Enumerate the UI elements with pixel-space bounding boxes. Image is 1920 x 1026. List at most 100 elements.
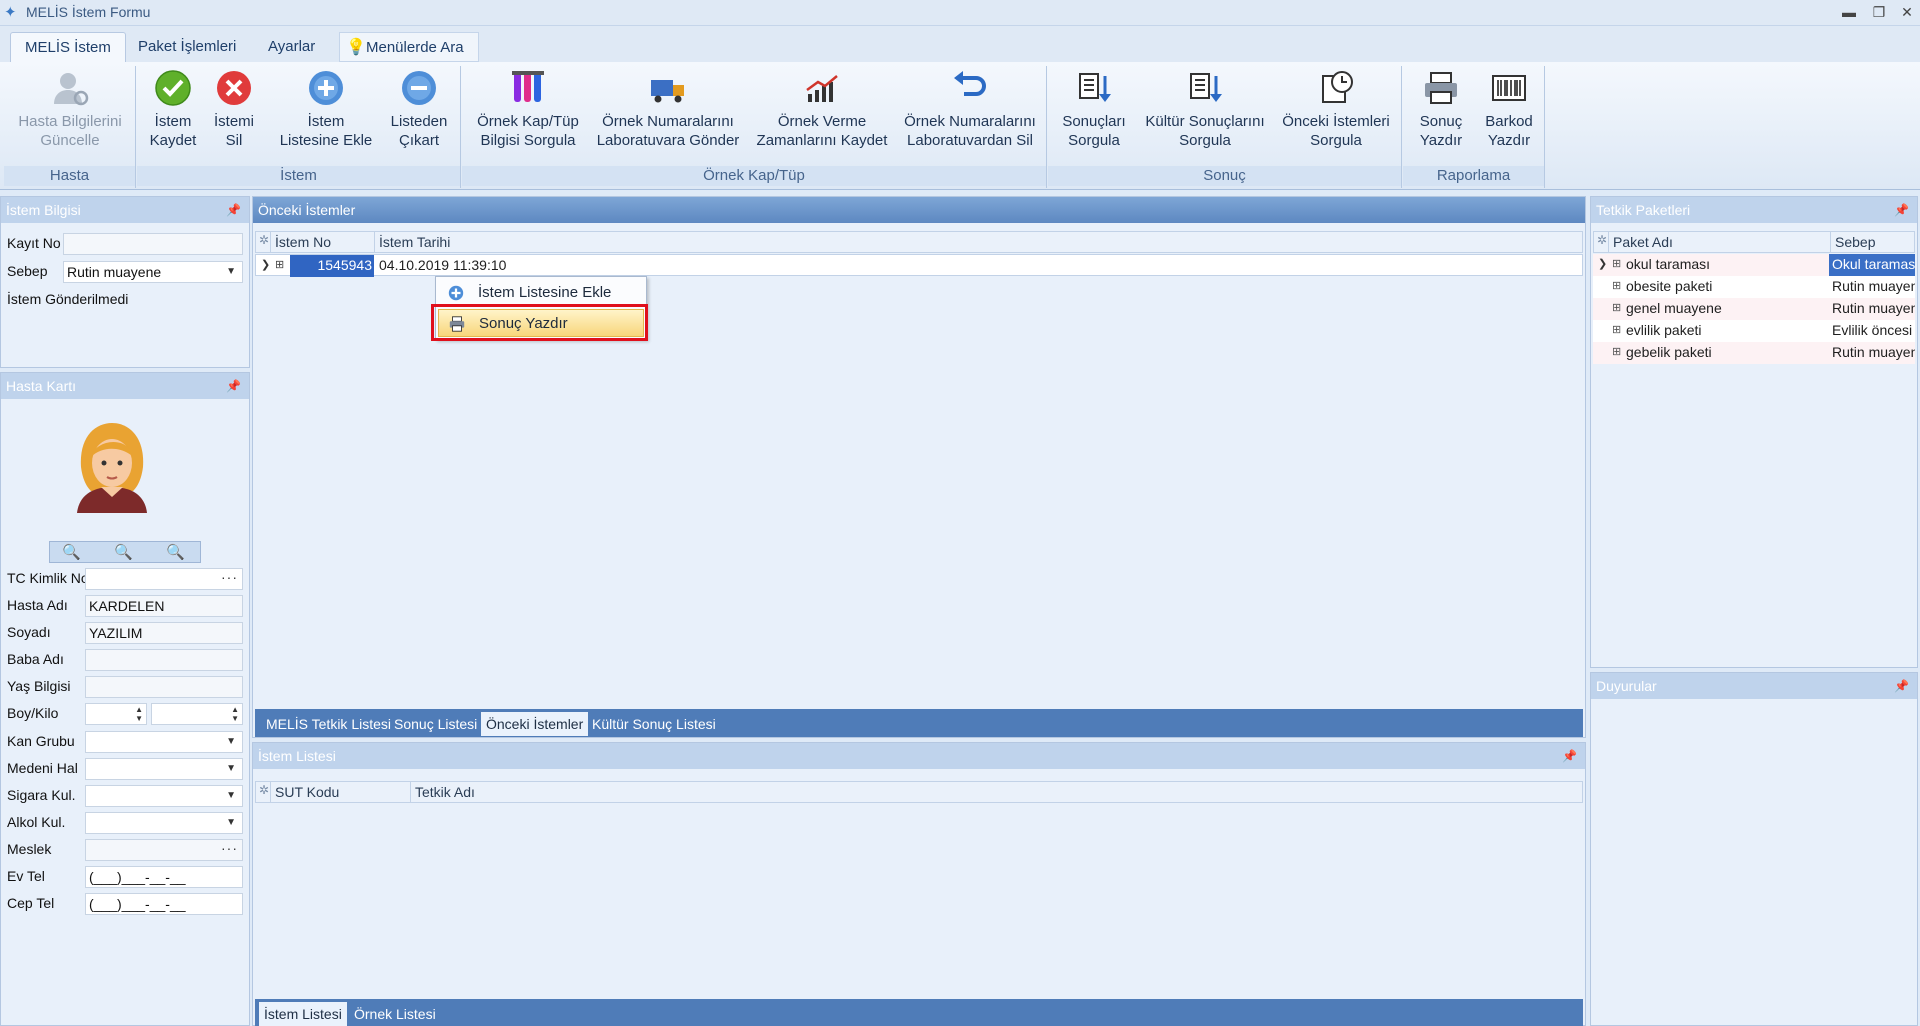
expand-icon[interactable]: ⊞ [1609, 320, 1621, 342]
istemi-sil-button[interactable]: İstemi Sil [207, 68, 261, 150]
tab-ornek-listesi[interactable]: Örnek Listesi [349, 1002, 441, 1026]
hasta-karti-header: Hasta Kartı 📌 [1, 373, 249, 399]
pin-icon[interactable]: 📌 [1894, 673, 1909, 699]
meslek-field[interactable]: ··· [85, 839, 243, 861]
laboratuvara-gonder-button[interactable]: Örnek Numaralarını Laboratuvara Gönder [592, 68, 744, 150]
tab-melis-istem[interactable]: MELİS İstem [10, 32, 126, 62]
yas-bilgisi-field[interactable] [85, 676, 243, 698]
paket-adi-cell[interactable]: obesite paketi [1623, 276, 1829, 298]
ribbon-group-sonuc: Sonuçları Sorgula Kültür Sonuçlarını Sor… [1048, 66, 1402, 188]
sebep-select[interactable]: Rutin muayene ▼ [63, 261, 243, 283]
expand-icon[interactable]: ⊞ [272, 255, 284, 277]
expand-icon[interactable]: ⊞ [1609, 298, 1621, 320]
table-row[interactable]: ⊞ obesite paketi Rutin muayene [1593, 276, 1915, 298]
cep-tel-field[interactable]: (___)___-__-__ [85, 893, 243, 915]
sonuclari-sorgula-button[interactable]: Sonuçları Sorgula [1056, 68, 1132, 150]
duyurular-header: Duyurular 📌 [1591, 673, 1917, 699]
menu-item-istem-listesine-ekle[interactable]: İstem Listesine Ekle [438, 279, 644, 307]
ornek-verme-kaydet-button[interactable]: Örnek Verme Zamanlarını Kaydet [752, 68, 892, 150]
sigara-select[interactable]: ▼ [85, 785, 243, 807]
grid-settings-icon[interactable]: ✲ [259, 233, 269, 247]
col-istem-no[interactable]: İstem No [270, 232, 374, 252]
camera-search-icon[interactable]: 🔍 [62, 543, 81, 561]
paket-adi-cell[interactable]: evlilik paketi [1623, 320, 1829, 342]
istem-listesine-ekle-button[interactable]: İstem Listesine Ekle [277, 68, 375, 150]
photo-add-icon[interactable]: 🔍 [114, 543, 133, 561]
sebep-cell[interactable]: Okul taraması [1829, 254, 1915, 276]
undo-icon [954, 71, 986, 96]
photo-toolbar: 🔍 🔍 🔍 [49, 541, 201, 563]
expand-icon[interactable]: ⊞ [1609, 254, 1621, 276]
table-row[interactable]: ⊞ evlilik paketi Evlilik öncesi tarama [1593, 320, 1915, 342]
tab-kultur-sonuc-listesi[interactable]: Kültür Sonuç Listesi [587, 712, 721, 736]
sebep-label: Sebep [7, 263, 48, 279]
kilo-stepper[interactable]: ▲ ▼ [151, 703, 243, 725]
table-row[interactable]: ⊞ gebelik paketi Rutin muayene [1593, 342, 1915, 364]
col-tetkik-adi[interactable]: Tetkik Adı [410, 782, 1582, 802]
close-button[interactable]: ✕ [1898, 3, 1916, 21]
paket-adi-cell[interactable]: okul taraması [1623, 254, 1829, 276]
col-sebep[interactable]: Sebep [1830, 232, 1914, 252]
minimize-button[interactable]: ▬ [1840, 3, 1858, 21]
laboratuvardan-sil-button[interactable]: Örnek Numaralarını Laboratuvardan Sil [900, 68, 1040, 150]
onceki-istemleri-sorgula-button[interactable]: Önceki İstemleri Sorgula [1278, 68, 1394, 150]
ev-tel-field[interactable]: (___)___-__-__ [85, 866, 243, 888]
add-icon [448, 285, 464, 301]
soyadi-field[interactable]: YAZILIM [85, 622, 243, 644]
listeden-cikart-button[interactable]: Listeden Çıkart [383, 68, 455, 150]
tab-paket-islemleri[interactable]: Paket İşlemleri [124, 32, 250, 62]
sonuc-yazdir-button[interactable]: Sonuç Yazdır [1411, 68, 1471, 150]
hasta-guncelle-button[interactable]: Hasta Bilgilerini Güncelle [12, 68, 128, 150]
col-paket-adi[interactable]: Paket Adı [1608, 232, 1830, 252]
table-row[interactable]: ⊞ genel muayene Rutin muayene [1593, 298, 1915, 320]
spin-down-icon: ▼ [135, 714, 143, 723]
restore-button[interactable]: ❐ [1870, 3, 1888, 21]
tab-istem-listesi[interactable]: İstem Listesi [259, 1002, 347, 1026]
photo-remove-icon[interactable]: 🔍 [166, 543, 185, 561]
hasta-adi-field[interactable]: KARDELEN [85, 595, 243, 617]
grid-settings-icon[interactable]: ✲ [1597, 233, 1607, 247]
medeni-hal-select[interactable]: ▼ [85, 758, 243, 780]
pin-icon[interactable]: 📌 [1562, 743, 1577, 769]
sebep-cell[interactable]: Rutin muayene [1829, 276, 1915, 298]
istem-listesi-grid-header: ✲ SUT Kodu Tetkik Adı [255, 781, 1583, 803]
kultur-sonuclari-sorgula-button[interactable]: Kültür Sonuçlarını Sorgula [1140, 68, 1270, 150]
highlight-box [431, 304, 648, 341]
baba-adi-field[interactable] [85, 649, 243, 671]
istem-listesi-header: İstem Listesi 📌 [253, 743, 1585, 769]
grid-settings-icon[interactable]: ✲ [259, 783, 269, 797]
tc-kimlik-label: TC Kimlik No [7, 570, 89, 586]
istem-kaydet-button[interactable]: İstem Kaydet [145, 68, 201, 150]
kan-grubu-select[interactable]: ▼ [85, 731, 243, 753]
tab-sonuc-listesi[interactable]: Sonuç Listesi [389, 712, 482, 736]
istem-tarihi-cell[interactable]: 04.10.2019 11:39:10 [376, 255, 1576, 277]
tab-melis-tetkik-listesi[interactable]: MELİS Tetkik Listesi [261, 712, 396, 736]
truck-icon [651, 80, 684, 103]
pin-icon[interactable]: 📌 [226, 197, 241, 223]
pin-icon[interactable]: 📌 [1894, 197, 1909, 223]
paket-adi-cell[interactable]: genel muayene [1623, 298, 1829, 320]
sebep-cell[interactable]: Evlilik öncesi tarama [1829, 320, 1915, 342]
table-row[interactable]: ❯ ⊞ 1545943 04.10.2019 11:39:10 [255, 254, 1583, 277]
alkol-select[interactable]: ▼ [85, 812, 243, 834]
tc-kimlik-field[interactable]: ··· [85, 568, 243, 590]
tab-onceki-istemler[interactable]: Önceki İstemler [481, 712, 589, 736]
istem-no-cell[interactable]: 1545943 [290, 255, 374, 277]
menu-search-box[interactable]: 💡 Menülerde Ara [339, 32, 479, 62]
expand-icon[interactable]: ⊞ [1609, 342, 1621, 364]
tetkik-paketleri-grid-header: ✲ Paket Adı Sebep [1593, 231, 1915, 253]
sebep-cell[interactable]: Rutin muayene [1829, 298, 1915, 320]
barkod-yazdir-button[interactable]: Barkod Yazdır [1479, 68, 1539, 150]
kayit-no-field[interactable] [63, 233, 243, 255]
sebep-cell[interactable]: Rutin muayene [1829, 342, 1915, 364]
onceki-istemler-grid-header: ✲ İstem No İstem Tarihi [255, 231, 1583, 253]
pin-icon[interactable]: 📌 [226, 373, 241, 399]
paket-adi-cell[interactable]: gebelik paketi [1623, 342, 1829, 364]
ornek-kap-sorgula-button[interactable]: Örnek Kap/Tüp Bilgisi Sorgula [472, 68, 584, 150]
col-sut-kodu[interactable]: SUT Kodu [270, 782, 410, 802]
boy-stepper[interactable]: ▲ ▼ [85, 703, 147, 725]
table-row[interactable]: ❯ ⊞ okul taraması Okul taraması [1593, 254, 1915, 276]
expand-icon[interactable]: ⊞ [1609, 276, 1621, 298]
tab-ayarlar[interactable]: Ayarlar [254, 32, 329, 62]
col-istem-tarihi[interactable]: İstem Tarihi [374, 232, 1582, 252]
